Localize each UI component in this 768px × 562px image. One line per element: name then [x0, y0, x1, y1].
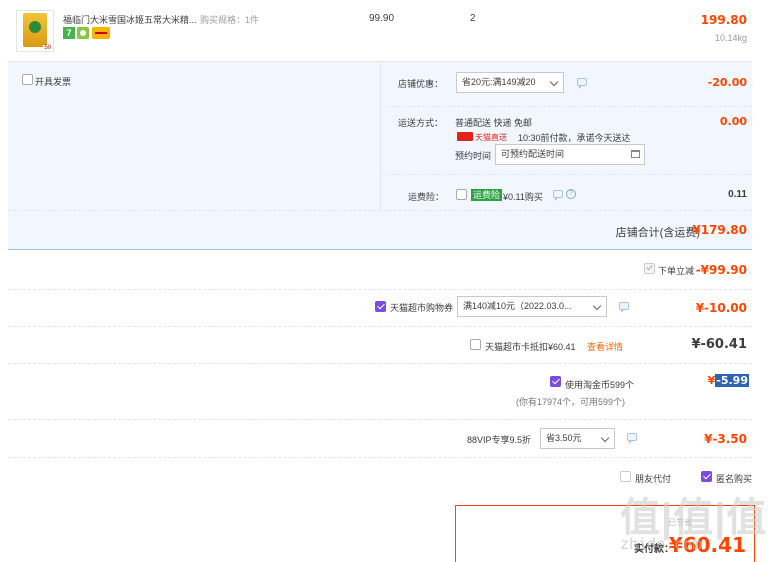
quantity: 2	[470, 13, 476, 24]
shipping-method: 普通配送 快递 免邮	[455, 118, 533, 128]
chat-icon[interactable]	[619, 302, 629, 313]
anonymous-checkbox[interactable]	[701, 471, 712, 482]
product-thumbnail[interactable]: 50	[16, 10, 54, 52]
insurance-amount: 0.11	[728, 189, 747, 200]
card-amount: ¥-60.41	[691, 337, 747, 352]
shop-discount-amount: -20.00	[707, 76, 747, 89]
invoice-label[interactable]: 开具发票	[35, 75, 71, 88]
calendar-icon	[631, 150, 640, 158]
shop-options-panel: 开具发票 店铺优惠： 省20元:满149减20 -20.00 运送方式： 普通配…	[8, 62, 752, 250]
weight: 10.14kg	[714, 33, 747, 43]
coins-amount: ¥-5.99	[708, 374, 749, 387]
appointment-input[interactable]: 可预约配送时间	[495, 144, 645, 165]
coins-checkbox[interactable]	[550, 376, 561, 387]
insurance-desc: ¥0.11购买	[503, 192, 543, 202]
coupon-checkbox[interactable]	[375, 301, 386, 312]
delivery-promise: 10:30前付款，承诺今天送达	[518, 133, 631, 143]
coupon-amount: ¥-10.00	[695, 301, 747, 315]
insurance-checkbox[interactable]	[456, 189, 467, 200]
shop-discount-label: 店铺优惠：	[398, 79, 444, 89]
shipping-amount: 0.00	[719, 115, 747, 128]
rice-bag-logo-icon	[29, 21, 41, 33]
insurance-label: 运费险：	[408, 192, 445, 202]
shop-total-label: 店铺合计(含运费)	[615, 227, 700, 239]
tmall-express-icon	[457, 132, 473, 141]
credit-card-icon	[92, 27, 110, 39]
friend-pay-checkbox[interactable]	[620, 471, 631, 482]
shop-discount-select[interactable]: 省20元:满149减20	[456, 72, 564, 93]
card-checkbox[interactable]	[470, 339, 481, 350]
shipping-label: 运送方式：	[398, 118, 444, 128]
friend-pay-label[interactable]: 朋友代付	[635, 472, 671, 485]
watermark-url: zhide.com	[620, 535, 702, 553]
coins-value-highlight: -5.99	[715, 374, 749, 387]
vip-select[interactable]: 省3.50元	[540, 428, 615, 449]
product-spec: 购买规格：1件	[200, 15, 260, 25]
chevron-down-icon	[592, 301, 602, 311]
shop-total-amount: ¥179.80	[692, 223, 747, 237]
guarantee-icon	[77, 27, 89, 39]
product-title[interactable]: 福临门大米雪国冰姬五常大米精...	[63, 13, 197, 26]
thumb-label: 50	[43, 45, 52, 51]
right-column-divider	[380, 62, 381, 210]
anonymous-label[interactable]: 匿名购买	[716, 472, 752, 485]
coupon-label[interactable]: 天猫超市购物券	[390, 301, 453, 314]
chevron-down-icon	[549, 77, 559, 87]
card-details-link[interactable]: 查看详情	[587, 340, 623, 353]
chat-icon[interactable]	[577, 78, 587, 89]
coins-label[interactable]: 使用淘金币599个	[565, 378, 634, 391]
coins-sub: (你有17974个，可用599个)	[516, 397, 626, 407]
order-discount-label: 下单立减	[658, 266, 695, 276]
insurance-badge: 运费险	[471, 189, 503, 201]
coupon-select[interactable]: 满140减10元（2022.03.0...	[457, 296, 607, 317]
card-label[interactable]: 天猫超市卡抵扣¥60.41	[485, 340, 576, 353]
appointment-label: 预约时间	[455, 151, 492, 161]
product-row: 50 福临门大米雪国冰姬五常大米精... 购买规格：1件 7 99.90 2 1…	[8, 0, 752, 62]
seven-day-return-icon: 7	[63, 27, 75, 39]
order-discount-amount: -¥99.90	[695, 263, 747, 277]
vip-amount: ¥-3.50	[704, 432, 747, 446]
help-icon[interactable]: ?	[566, 189, 576, 199]
tmall-express-label: 天猫直送	[475, 133, 507, 142]
invoice-checkbox[interactable]	[22, 74, 33, 85]
unit-price: 99.90	[369, 13, 395, 24]
chevron-down-icon	[600, 433, 610, 443]
subtotal: 199.80	[700, 13, 747, 27]
order-discount-checkbox	[644, 263, 655, 274]
chat-icon[interactable]	[627, 433, 637, 444]
vip-label: 88VIP专享9.5折	[467, 435, 532, 445]
chat-icon[interactable]	[553, 190, 563, 201]
